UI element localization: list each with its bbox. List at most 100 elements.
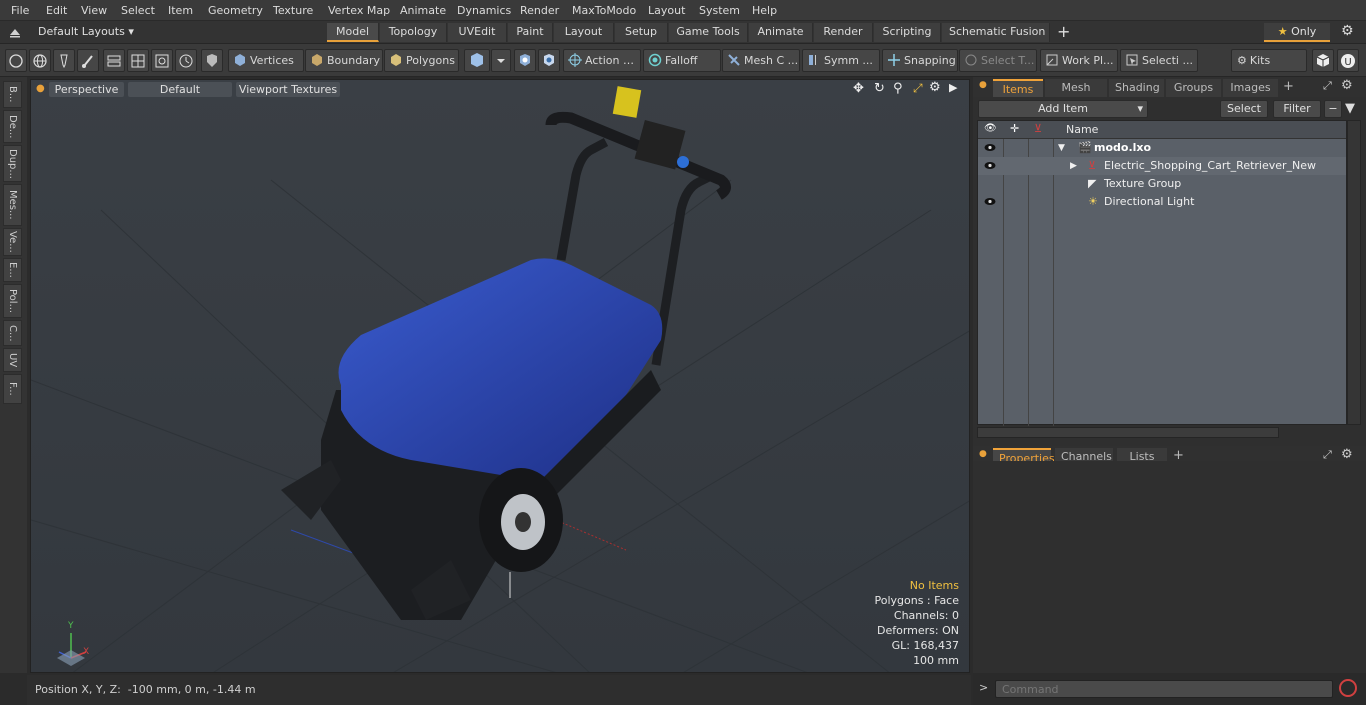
snapping-button[interactable]: Snapping [882, 49, 958, 72]
axis-header-icon[interactable]: ⊻ [1034, 122, 1042, 135]
mesh-constraint-button[interactable]: Mesh C ... [722, 49, 800, 72]
tab-model[interactable]: Model [327, 23, 379, 42]
tree-row-light[interactable]: ☀ Directional Light [978, 193, 1346, 211]
tab-layout[interactable]: Layout [554, 23, 614, 42]
eye-icon[interactable] [984, 143, 996, 152]
eye-icon[interactable] [984, 197, 996, 206]
tab-game-tools[interactable]: Game Tools [669, 23, 748, 42]
default-layouts-dropdown[interactable]: Default Layouts ▾ [38, 25, 134, 38]
select-through-button[interactable]: Select T... [959, 49, 1037, 72]
selection-sets-button[interactable]: Selecti ... [1120, 49, 1198, 72]
grid-icon[interactable] [127, 49, 149, 72]
tab-images[interactable]: Images [1223, 79, 1278, 97]
globe-icon[interactable] [29, 49, 51, 72]
menu-texture[interactable]: Texture [273, 4, 313, 17]
action-center-button[interactable]: Action … [563, 49, 641, 72]
tab-shading[interactable]: Shading [1109, 79, 1164, 97]
tree-row-scene[interactable]: ▼ 🎬 modo.lxo [978, 139, 1346, 157]
add-item-button[interactable]: Add Item ▾ [978, 100, 1148, 118]
tree-row-mesh[interactable]: ▶ ⊻ Electric_Shopping_Cart_Retriever_New [978, 157, 1346, 175]
unreal-icon[interactable]: U [1337, 49, 1359, 72]
tab-polygon[interactable]: Pol... [3, 284, 22, 318]
visibility-header-icon[interactable]: 👁 [984, 123, 997, 134]
texture-icon[interactable] [538, 49, 560, 72]
zoom-icon[interactable]: ⚲ [893, 81, 903, 96]
tab-animate[interactable]: Animate [749, 23, 813, 42]
menu-geometry[interactable]: Geometry [208, 4, 263, 17]
tab-uv[interactable]: UV [3, 348, 22, 372]
kits-button[interactable]: ⚙ Kits [1231, 49, 1307, 72]
tab-scripting[interactable]: Scripting [874, 23, 941, 42]
menu-maxtomodo[interactable]: MaxToModo [572, 4, 636, 17]
work-plane-button[interactable]: Work Pl... [1040, 49, 1118, 72]
menu-animate[interactable]: Animate [400, 4, 446, 17]
clock-icon[interactable] [175, 49, 197, 72]
tab-items[interactable]: Items [993, 79, 1043, 97]
menu-select[interactable]: Select [121, 4, 155, 17]
tab-edge[interactable]: E... [3, 258, 22, 282]
tab-basic[interactable]: B... [3, 81, 22, 108]
menu-edit[interactable]: Edit [46, 4, 67, 17]
tab-curve[interactable]: C... [3, 320, 22, 346]
move-view-icon[interactable]: ✥ [853, 81, 864, 96]
pen-icon[interactable] [53, 49, 75, 72]
tab-vertex[interactable]: Ve... [3, 228, 22, 256]
boundary-button[interactable]: Boundary [305, 49, 383, 72]
menu-render[interactable]: Render [520, 4, 559, 17]
menu-file[interactable]: File [11, 4, 29, 17]
funnel-icon[interactable]: ▼ [1345, 101, 1355, 116]
tab-paint[interactable]: Paint [508, 23, 553, 42]
gear-icon[interactable]: ⚙ [1341, 23, 1354, 39]
viewport-expand-icon[interactable]: ▶ [949, 81, 957, 94]
add-tab-icon[interactable]: + [1057, 22, 1070, 41]
expand-icon[interactable]: ⤢ [1323, 79, 1332, 93]
pin-header-icon[interactable]: ✛ [1010, 122, 1019, 135]
select-circle-icon[interactable] [5, 49, 27, 72]
frame-icon[interactable] [151, 49, 173, 72]
panel-dot-icon[interactable]: ● [979, 449, 987, 459]
symmetry-button[interactable]: Symm ... [802, 49, 880, 72]
tab-render[interactable]: Render [814, 23, 873, 42]
tab-schematic-fusion[interactable]: Schematic Fusion [942, 23, 1050, 42]
falloff-button[interactable]: Falloff [643, 49, 721, 72]
3d-viewport[interactable]: Y X ● Perspective Default Viewport Textu… [30, 79, 970, 673]
expand-arrow-icon[interactable]: ▶ [1070, 157, 1077, 175]
rotate-view-icon[interactable]: ↻ [874, 81, 885, 96]
tab-setup[interactable]: Setup [615, 23, 668, 42]
menu-vertex-map[interactable]: Vertex Map [328, 4, 390, 17]
menu-layout[interactable]: Layout [648, 4, 685, 17]
shield-icon[interactable] [201, 49, 223, 72]
panel-gear-icon[interactable]: ⚙ [1341, 447, 1353, 462]
record-icon[interactable] [1339, 679, 1357, 697]
select-button[interactable]: Select [1220, 100, 1268, 118]
vertices-button[interactable]: Vertices [228, 49, 304, 72]
eye-icon[interactable] [984, 161, 996, 170]
brush-icon[interactable] [77, 49, 99, 72]
perspective-button[interactable]: Perspective [49, 82, 124, 97]
default-shading-button[interactable]: Default [128, 82, 232, 97]
command-input[interactable] [995, 680, 1333, 698]
cube-icon[interactable] [1312, 49, 1334, 72]
polygons-button[interactable]: Polygons [384, 49, 459, 72]
menu-system[interactable]: System [699, 4, 740, 17]
tree-row-texture-group[interactable]: ◤ Texture Group [978, 175, 1346, 193]
viewport-textures-button[interactable]: Viewport Textures [236, 82, 340, 97]
align-icon[interactable] [103, 49, 125, 72]
viewport-gear-icon[interactable]: ⚙ [929, 80, 941, 95]
material-icon[interactable] [514, 49, 536, 72]
tab-duplicate[interactable]: Dup... [3, 145, 22, 182]
viewport-dot-icon[interactable]: ● [36, 83, 45, 94]
expand-icon[interactable]: ⤢ [1323, 448, 1332, 462]
tab-uvedit[interactable]: UVEdit [448, 23, 507, 42]
menu-dynamics[interactable]: Dynamics [457, 4, 511, 17]
only-toggle[interactable]: ★ Only [1264, 23, 1330, 42]
tab-fusion[interactable]: F... [3, 374, 22, 404]
maximize-icon[interactable]: ⤢ [913, 81, 923, 96]
name-column-header[interactable]: Name [1066, 123, 1098, 136]
chevron-down-icon[interactable] [491, 49, 511, 72]
tab-mesh-ops[interactable]: Mesh Ops [1045, 79, 1107, 112]
panel-gear-icon[interactable]: ⚙ [1341, 78, 1353, 93]
tab-topology[interactable]: Topology [380, 23, 447, 42]
tree-vscrollbar[interactable] [1347, 120, 1361, 425]
tree-scrollbar[interactable] [977, 427, 1279, 438]
